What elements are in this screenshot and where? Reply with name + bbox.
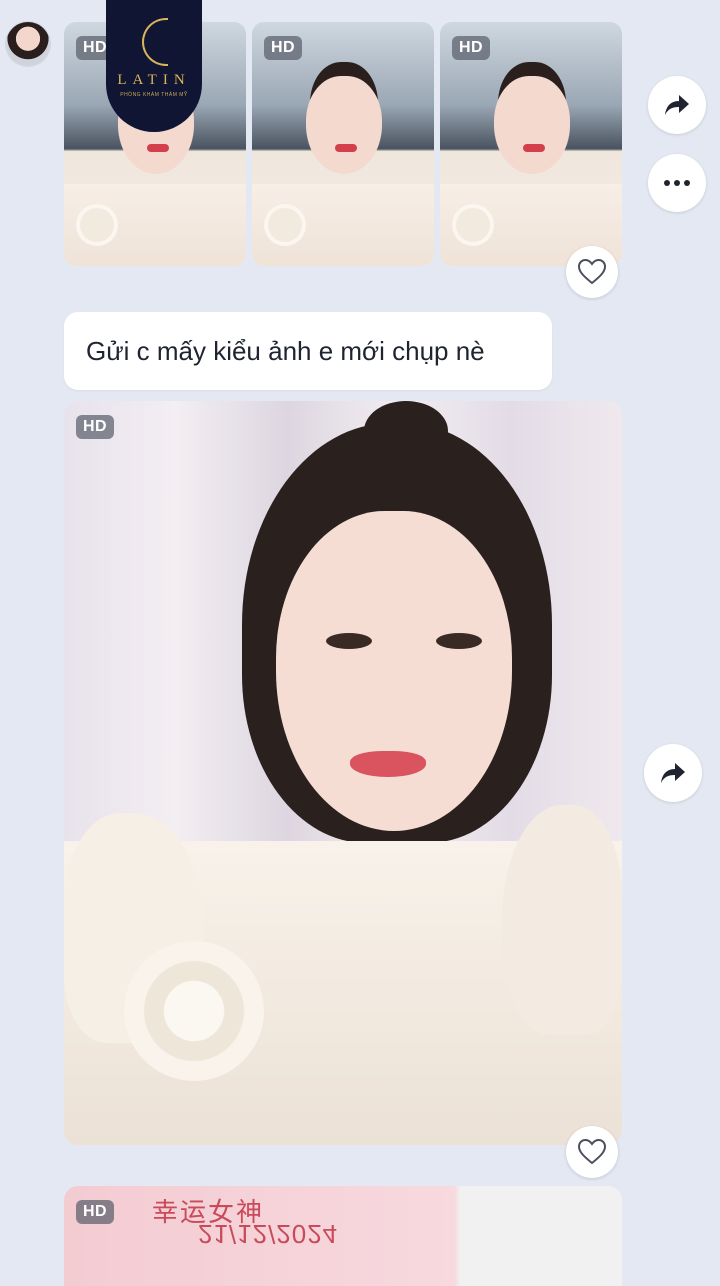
photo-thumbnail-3[interactable]: HD (440, 22, 622, 266)
photo-stamp-date: 21/12/2024 (198, 1219, 339, 1249)
photo-detail (502, 805, 622, 1035)
photo-detail (364, 401, 448, 461)
logo-name: LATIN (117, 72, 191, 88)
photo-detail (326, 633, 372, 649)
hd-badge: HD (76, 1200, 115, 1224)
photo-subject (494, 76, 570, 174)
photo-detail (523, 144, 545, 152)
photo-subject (306, 76, 382, 174)
photo-detail (350, 751, 426, 777)
more-dots-icon (664, 180, 690, 186)
sender-avatar[interactable] (6, 22, 50, 66)
more-options-button[interactable] (648, 154, 706, 212)
photo-large[interactable]: HD (64, 401, 622, 1145)
photo-detail (436, 633, 482, 649)
share-button[interactable] (644, 744, 702, 802)
like-button[interactable] (566, 1126, 618, 1178)
photo-detail (452, 204, 494, 246)
photo-subject (276, 511, 512, 831)
like-button[interactable] (566, 246, 618, 298)
hd-badge: HD (264, 36, 303, 60)
share-arrow-icon (665, 95, 689, 115)
hd-badge: HD (452, 36, 491, 60)
photo-detail (76, 204, 118, 246)
clinic-logo: LATIN PHÒNG KHÁM THẨM MỸ (106, 0, 202, 132)
heart-outline-icon (578, 1139, 606, 1165)
message-text: Gửi c mấy kiểu ảnh e mới chụp nè (86, 335, 485, 366)
heart-outline-icon (578, 259, 606, 285)
photo-detail (124, 941, 264, 1081)
face-silhouette-icon (142, 18, 168, 66)
logo-tagline: PHÒNG KHÁM THẨM MỸ (120, 92, 188, 98)
message-bubble[interactable]: Gửi c mấy kiểu ảnh e mới chụp nè (64, 312, 552, 390)
photo-detail (335, 144, 357, 152)
share-button[interactable] (648, 76, 706, 134)
share-arrow-icon (661, 763, 685, 783)
photo-detail (264, 204, 306, 246)
photo-bottom[interactable]: 幸运女神 21/12/2024 HD (64, 1186, 622, 1286)
photo-thumbnail-2[interactable]: HD (252, 22, 434, 266)
hd-badge: HD (76, 415, 115, 439)
photo-detail (147, 144, 169, 152)
